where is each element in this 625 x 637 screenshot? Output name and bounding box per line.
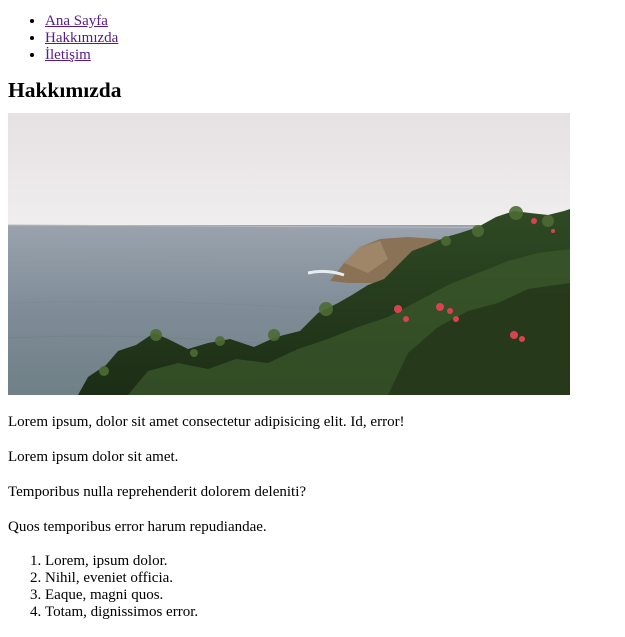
- list-item: Totam, dignissimos error.: [45, 604, 617, 621]
- nav-list: Ana Sayfa Hakkımızda İletişim: [8, 13, 617, 64]
- paragraph-3: Temporibus nulla reprehenderit dolorem d…: [8, 484, 307, 500]
- nav-item-about: Hakkımızda: [45, 30, 617, 47]
- nav-item-home: Ana Sayfa: [45, 13, 617, 30]
- ordered-list: Lorem, ipsum dolor. Nihil, eveniet offic…: [8, 553, 617, 621]
- page: Ana Sayfa Hakkımızda İletişim Hakkımızda: [0, 0, 625, 621]
- hero-image: [8, 113, 570, 395]
- paragraph-1: Lorem ipsum, dolor sit amet consectetur …: [8, 414, 405, 430]
- list-item: Eaque, magni quos.: [45, 587, 617, 604]
- nav-item-contact: İletişim: [45, 47, 617, 64]
- nav-link-contact[interactable]: İletişim: [45, 47, 91, 63]
- list-item: Lorem, ipsum dolor.: [45, 553, 617, 570]
- list-item: Nihil, eveniet officia.: [45, 570, 617, 587]
- page-title: Hakkımızda: [8, 78, 122, 102]
- paragraph-4: Quos temporibus error harum repudiandae.: [8, 519, 267, 535]
- nav-link-home[interactable]: Ana Sayfa: [45, 13, 108, 29]
- paragraph-2: Lorem ipsum dolor sit amet.: [8, 449, 179, 465]
- coastal-landscape-photo: [8, 113, 570, 395]
- nav-link-about[interactable]: Hakkımızda: [45, 30, 118, 46]
